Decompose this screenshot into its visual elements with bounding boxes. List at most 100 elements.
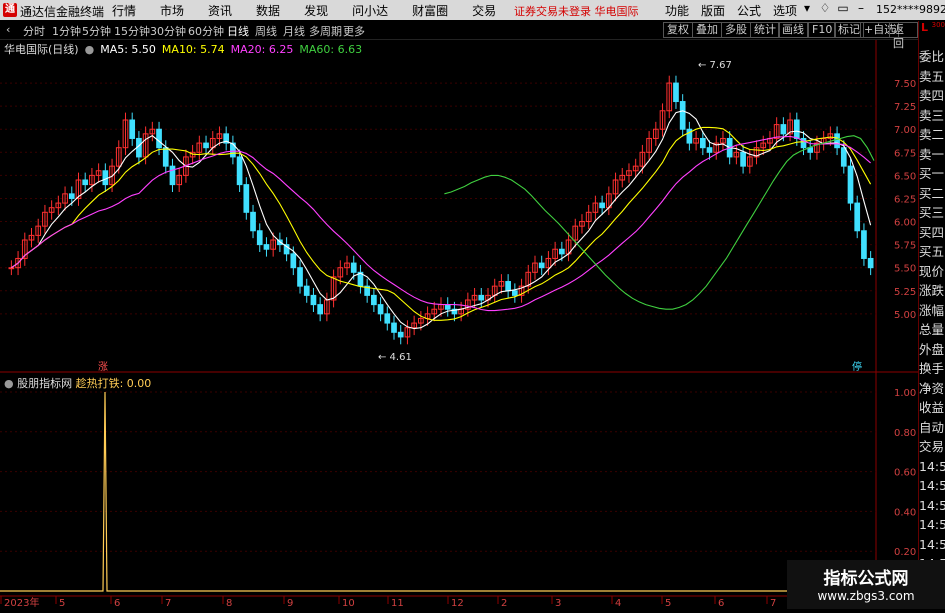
sidebar-item-21[interactable]: 14:56 (919, 457, 945, 477)
indicator-y-tick-4: 0.20 (894, 547, 916, 558)
high-label: ← 7.67 (698, 60, 732, 71)
candle-body (558, 248, 565, 255)
candle-body (679, 101, 686, 130)
y-tick-6: 6.00 (894, 218, 916, 229)
chart-area[interactable]: 7.50 7.25 7.00 6.75 6.50 6.25 6.00 5.75 5.50 5.25… (0, 0, 918, 609)
limit-up-badge: 涨 (98, 361, 108, 373)
x-label-12: 5 (665, 598, 671, 609)
sidebar-item-15[interactable]: 外盘 (919, 340, 945, 360)
y-tick-0: 7.50 (894, 79, 916, 90)
x-label-9: 2 (501, 598, 507, 609)
indicator-name[interactable]: 股朋指标网 (17, 377, 72, 390)
sidebar-item-0[interactable]: 委比 (919, 47, 945, 67)
sidebar-item-20[interactable]: 交易 (919, 437, 945, 457)
candle-body (673, 82, 679, 103)
candle-body (867, 257, 874, 269)
y-tick-7: 5.75 (894, 241, 916, 252)
candle-body (780, 124, 787, 135)
candle-body (377, 304, 384, 315)
indicator-line (0, 391, 876, 592)
sidebar-item-17[interactable]: 净资 (919, 379, 945, 399)
limit-badge: 停 (852, 360, 862, 373)
candle-body (82, 179, 89, 186)
candle-body (397, 331, 404, 338)
sidebar-item-2[interactable]: 卖四 (919, 86, 945, 106)
candle-body (371, 294, 377, 306)
sidebar-item-23[interactable]: 14:56 (919, 496, 945, 516)
x-label-7: 11 (391, 598, 404, 609)
sidebar-item-6[interactable]: 买一 (919, 164, 945, 184)
x-label-2: 6 (114, 598, 120, 609)
sidebar-item-25[interactable]: 14:56 (919, 535, 945, 555)
candle-body (840, 147, 847, 167)
candle-body (129, 119, 136, 139)
candle-body (169, 165, 176, 186)
sidebar-tag-count: 300 (931, 21, 945, 29)
sidebar-item-10[interactable]: 买五 (919, 242, 945, 262)
candle-body (847, 165, 854, 204)
candle-body (8, 267, 15, 270)
sidebar-item-12[interactable]: 涨跌 (919, 281, 945, 301)
x-label-1: 5 (59, 598, 65, 609)
x-label-5: 9 (287, 598, 293, 609)
candle-body (203, 142, 209, 149)
candle-body (834, 133, 840, 149)
indicator-value: 趁热打铁: 0.00 (75, 377, 152, 390)
indicator-header: ● 股朋指标网 趁热打铁: 0.00 (4, 375, 151, 391)
sidebar-item-7[interactable]: 买二 (919, 184, 945, 204)
candle-body (793, 119, 800, 139)
candle-body (384, 313, 391, 324)
watermark-url: www.zbgs3.com (817, 589, 915, 603)
x-label-6: 10 (342, 598, 355, 609)
settings-icon[interactable]: ● (4, 377, 14, 390)
x-label-11: 4 (615, 598, 621, 609)
sidebar-item-5[interactable]: 卖一 (919, 145, 945, 165)
candle-body (236, 156, 243, 186)
candle-body (297, 267, 303, 287)
x-label-3: 7 (165, 598, 171, 609)
sidebar-item-11[interactable]: 现价 (919, 262, 945, 282)
indicator-y-tick-1: 0.80 (894, 428, 916, 439)
sidebar-item-9[interactable]: 买四 (919, 223, 945, 243)
x-label-14: 7 (770, 598, 776, 609)
candle-body (250, 211, 256, 232)
sidebar-item-16[interactable]: 换手 (919, 359, 945, 379)
candle-body (861, 230, 867, 259)
indicator-y-tick-3: 0.40 (894, 507, 916, 518)
candle-body (699, 137, 706, 149)
candle-body (706, 147, 713, 153)
candle-body (290, 253, 297, 269)
y-tick-10: 5.00 (894, 310, 916, 321)
sidebar-item-22[interactable]: 14:56 (919, 476, 945, 496)
sidebar-item-13[interactable]: 涨幅 (919, 301, 945, 321)
candle-body (740, 151, 746, 167)
x-label-8: 12 (451, 598, 464, 609)
indicator-y-tick-0: 1.00 (894, 388, 916, 399)
candle-body (444, 304, 451, 310)
candle-body (350, 262, 357, 273)
x-label-4: 8 (226, 598, 232, 609)
y-tick-8: 5.50 (894, 264, 916, 275)
candle-body (68, 193, 75, 199)
sidebar-item-3[interactable]: 卖三 (919, 106, 945, 126)
x-label-10: 3 (555, 598, 561, 609)
sidebar-item-14[interactable]: 总量 (919, 320, 945, 340)
sidebar-item-24[interactable]: 14:56 (919, 515, 945, 535)
x-label-0: 2023年 (4, 596, 39, 609)
candle-body (303, 285, 310, 296)
watermark: 指标公式网 www.zbgs3.com (787, 560, 945, 609)
sidebar-item-8[interactable]: 买三 (919, 203, 945, 223)
candle-body (391, 322, 397, 333)
y-tick-9: 5.25 (894, 287, 916, 298)
sidebar-item-4[interactable]: 卖二 (919, 125, 945, 145)
candle-body (256, 230, 263, 246)
sidebar-item-18[interactable]: 收益 (919, 398, 945, 418)
candle-body (310, 294, 317, 306)
y-tick-5: 6.25 (894, 194, 916, 205)
sidebar-item-1[interactable]: 卖五 (919, 67, 945, 87)
candle-body (599, 202, 605, 209)
indicator-y-tick-2: 0.60 (894, 468, 916, 479)
watermark-title: 指标公式网 (823, 569, 909, 589)
sidebar-item-19[interactable]: 自动 (919, 418, 945, 438)
y-tick-4: 6.50 (894, 171, 916, 182)
